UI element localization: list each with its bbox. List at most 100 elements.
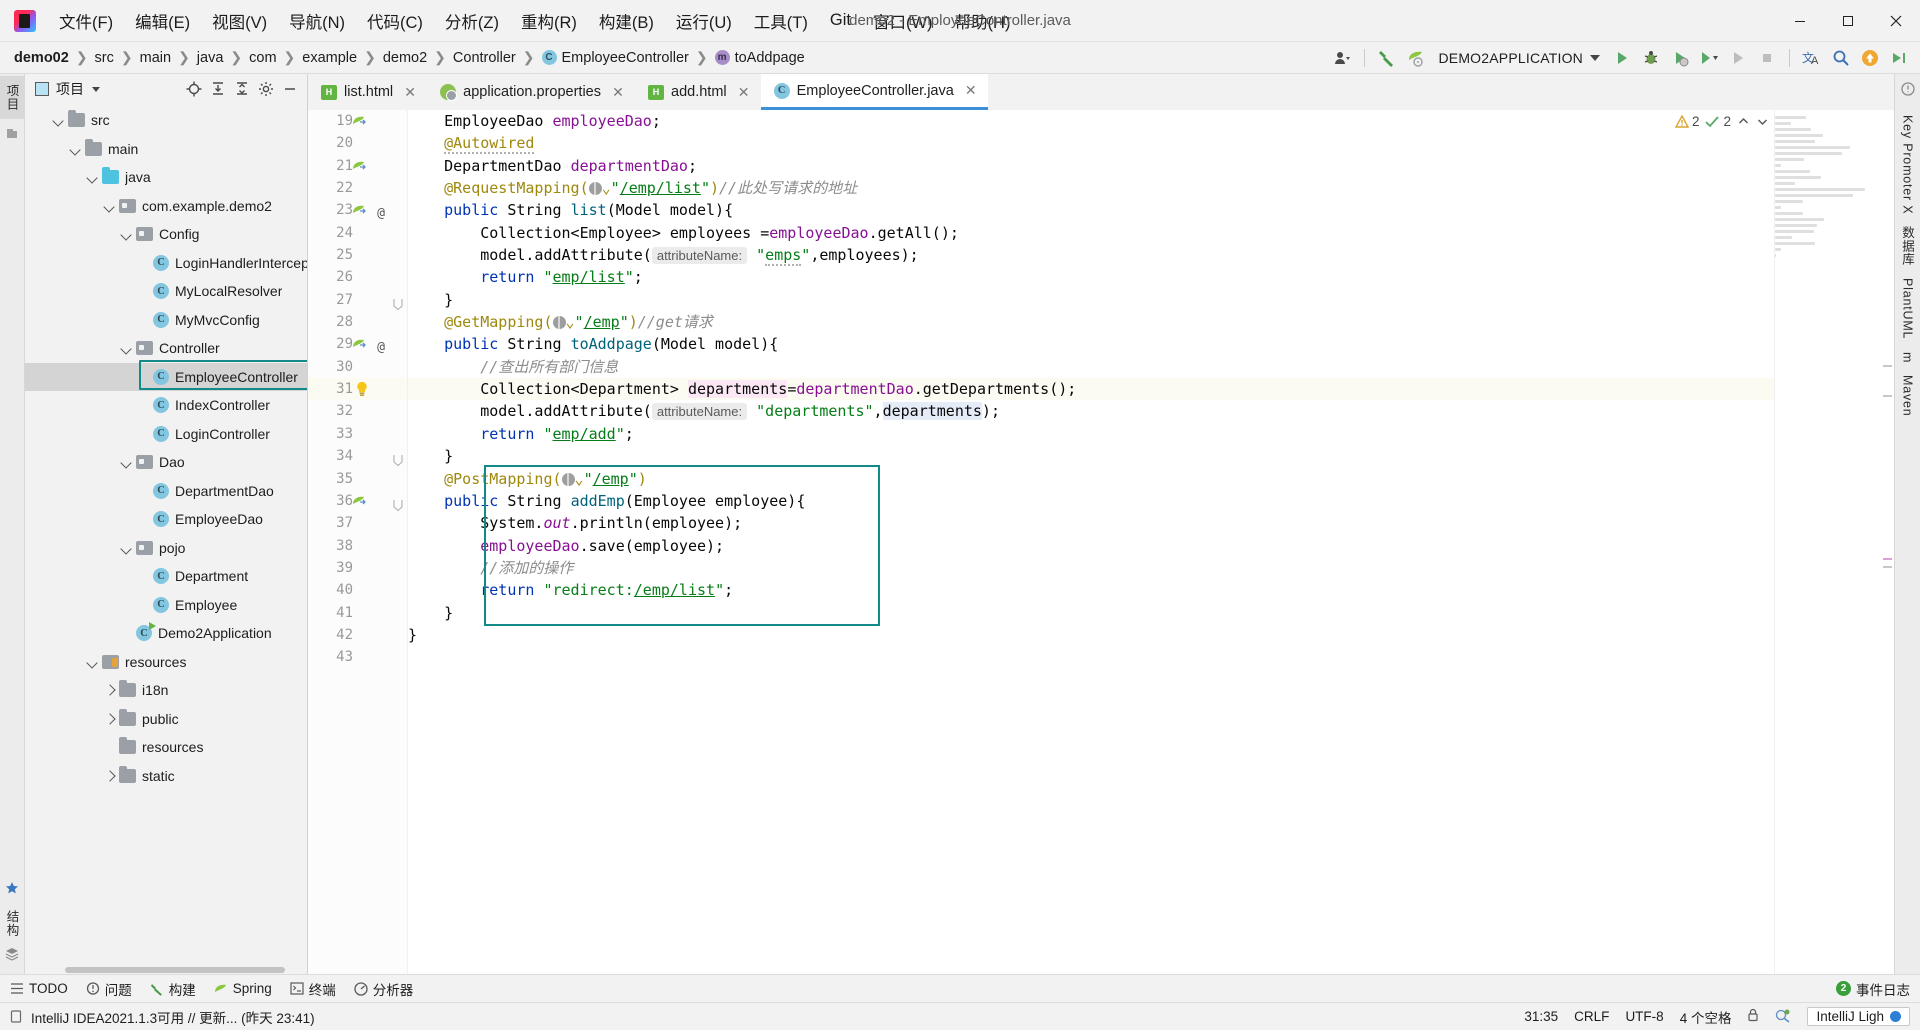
bottom-tab-终端[interactable]: 终端 [290, 979, 336, 999]
code-line-26[interactable]: return "emp/list"; [408, 266, 1774, 288]
code-line-20[interactable]: @Autowired [408, 132, 1774, 155]
tool-window-m[interactable]: m [1901, 352, 1915, 363]
close-button[interactable] [1872, 0, 1920, 42]
tree-node-resources[interactable]: resources [25, 648, 307, 677]
gutter-line-22[interactable]: 22 [308, 177, 407, 199]
bottom-tab-todo[interactable]: TODO [10, 981, 68, 996]
gutter-line-28[interactable]: 28 [308, 311, 407, 333]
code-area[interactable]: EmployeeDao employeeDao; @Autowired Depa… [408, 110, 1774, 974]
tool-window-project[interactable]: 项目 [0, 76, 25, 119]
breadcrumb-item-src[interactable]: src [95, 50, 114, 66]
tree-node-loginhandlerinterceptor[interactable]: C LoginHandlerInterceptor [25, 249, 307, 278]
code-line-41[interactable]: } [408, 602, 1774, 624]
inspection-widget[interactable]: 2 2 [1674, 114, 1769, 129]
settings-gear-icon[interactable] [255, 78, 277, 100]
favorites-star-icon[interactable] [5, 881, 19, 900]
chevron-down-icon[interactable] [86, 170, 100, 184]
gutter-line-33[interactable]: 33 [308, 423, 407, 445]
chevron-right-icon[interactable] [103, 712, 117, 726]
code-line-40[interactable]: return "redirect:/emp/list"; [408, 579, 1774, 601]
warning-count[interactable]: 2 [1674, 114, 1699, 129]
gutter-line-42[interactable]: 42 [308, 624, 407, 646]
menu-navigate[interactable]: 导航(N) [278, 5, 356, 37]
minimize-button[interactable] [1776, 0, 1824, 42]
user-avatar-icon[interactable] [1329, 45, 1355, 71]
code-line-23[interactable]: public String list(Model model){ [408, 199, 1774, 221]
editor-tab-list-html[interactable]: Hlist.html ✕ [308, 74, 428, 110]
gutter-line-36[interactable]: 36 [308, 490, 407, 512]
gutter-line-29[interactable]: 29 @ [308, 333, 407, 355]
locate-file-icon[interactable] [183, 78, 205, 100]
menu-code[interactable]: 代码(C) [356, 5, 434, 37]
tree-node-dao[interactable]: Dao [25, 448, 307, 477]
chevron-down-icon[interactable] [120, 455, 134, 469]
lock-icon[interactable] [1747, 1008, 1759, 1025]
expand-all-icon[interactable] [207, 78, 229, 100]
code-line-32[interactable]: model.addAttribute(attributeName: "depar… [408, 400, 1774, 422]
close-tab-icon[interactable]: ✕ [403, 84, 417, 101]
breadcrumb-item-java[interactable]: java [197, 50, 224, 66]
gutter-line-41[interactable]: 41 [308, 602, 407, 624]
menu-help[interactable]: 帮助(H) [944, 5, 1022, 37]
gutter-line-19[interactable]: 19 [308, 110, 407, 132]
breadcrumb-item-toaddpage[interactable]: m toAddpage [714, 50, 805, 66]
menu-edit[interactable]: 编辑(E) [124, 5, 201, 37]
chevron-right-icon[interactable] [103, 769, 117, 783]
menu-file[interactable]: 文件(F) [48, 5, 124, 37]
tree-node-public[interactable]: public [25, 705, 307, 734]
menu-window[interactable]: 窗口(W) [862, 5, 944, 37]
tree-node-department[interactable]: C Department [25, 562, 307, 591]
tree-node-config[interactable]: Config [25, 220, 307, 249]
bottom-tab-spring[interactable]: Spring [214, 981, 272, 996]
code-fold-icon[interactable] [393, 295, 403, 310]
tree-node-i18n[interactable]: i18n [25, 676, 307, 705]
code-line-36[interactable]: public String addEmp(Employee employee){ [408, 490, 1774, 512]
menu-git[interactable]: Git [819, 7, 862, 34]
chevron-down-icon[interactable] [120, 341, 134, 355]
chevron-down-icon[interactable] [86, 655, 100, 669]
theme-switcher[interactable]: IntelliJ Ligh [1807, 1007, 1910, 1026]
tool-window-structure[interactable]: 结构 [3, 910, 22, 937]
tree-node-departmentdao[interactable]: C DepartmentDao [25, 477, 307, 506]
status-message[interactable]: IntelliJ IDEA2021.1.3可用 // 更新... (昨天 23:… [31, 1007, 315, 1027]
tree-node-employeedao[interactable]: C EmployeeDao [25, 505, 307, 534]
tree-node-demo2application[interactable]: C Demo2Application [25, 619, 307, 648]
menu-run[interactable]: 运行(U) [665, 5, 743, 37]
breadcrumb-item-example[interactable]: example [302, 50, 357, 66]
prev-problem-button[interactable] [1737, 115, 1750, 128]
code-line-25[interactable]: model.addAttribute(attributeName: "emps"… [408, 244, 1774, 267]
gutter-line-21[interactable]: 21 [308, 155, 407, 177]
run-with-coverage-icon[interactable] [1667, 45, 1693, 71]
editor-gutter[interactable]: 19 20 21 22 23 @ 24 25 26 27 28 29 @ 30 31 32 33 34 35 36 37… [308, 110, 408, 974]
maximize-button[interactable] [1824, 0, 1872, 42]
tree-node-java[interactable]: java [25, 163, 307, 192]
tree-node-pojo[interactable]: pojo [25, 534, 307, 563]
editor-tab-employeecontroller-java[interactable]: C EmployeeController.java ✕ [760, 74, 988, 110]
menu-analyze[interactable]: 分析(Z) [434, 5, 510, 37]
gutter-line-30[interactable]: 30 [308, 356, 407, 378]
bookmark-icon[interactable] [5, 127, 19, 146]
layers-icon[interactable] [5, 947, 19, 966]
bottom-tab-问题[interactable]: 问题 [86, 979, 132, 999]
code-line-39[interactable]: //添加的操作 [408, 557, 1774, 579]
check-count[interactable]: 2 [1705, 114, 1731, 129]
menu-build[interactable]: 构建(B) [588, 5, 665, 37]
gutter-line-34[interactable]: 34 [308, 445, 407, 467]
tree-node-com-example-demo2[interactable]: com.example.demo2 [25, 192, 307, 221]
gutter-line-25[interactable]: 25 [308, 244, 407, 266]
breadcrumb-item-employeecontroller[interactable]: C EmployeeController [541, 50, 689, 66]
update-icon[interactable] [1857, 45, 1883, 71]
breadcrumb-item-demo2[interactable]: demo2 [383, 50, 427, 66]
gutter-line-37[interactable]: 37 [308, 512, 407, 534]
event-log-button[interactable]: 2 事件日志 [1836, 979, 1910, 999]
next-problem-button[interactable] [1756, 115, 1769, 128]
code-line-33[interactable]: return "emp/add"; [408, 423, 1774, 445]
chevron-down-icon[interactable] [120, 541, 134, 555]
code-fold-icon[interactable] [393, 451, 403, 467]
gutter-line-38[interactable]: 38 [308, 535, 407, 557]
close-tab-icon[interactable]: ✕ [737, 84, 751, 101]
code-line-24[interactable]: Collection<Employee> employees =employee… [408, 222, 1774, 244]
collapse-all-icon[interactable] [231, 78, 253, 100]
code-fold-icon[interactable] [393, 496, 403, 512]
code-line-43[interactable] [408, 646, 1774, 668]
